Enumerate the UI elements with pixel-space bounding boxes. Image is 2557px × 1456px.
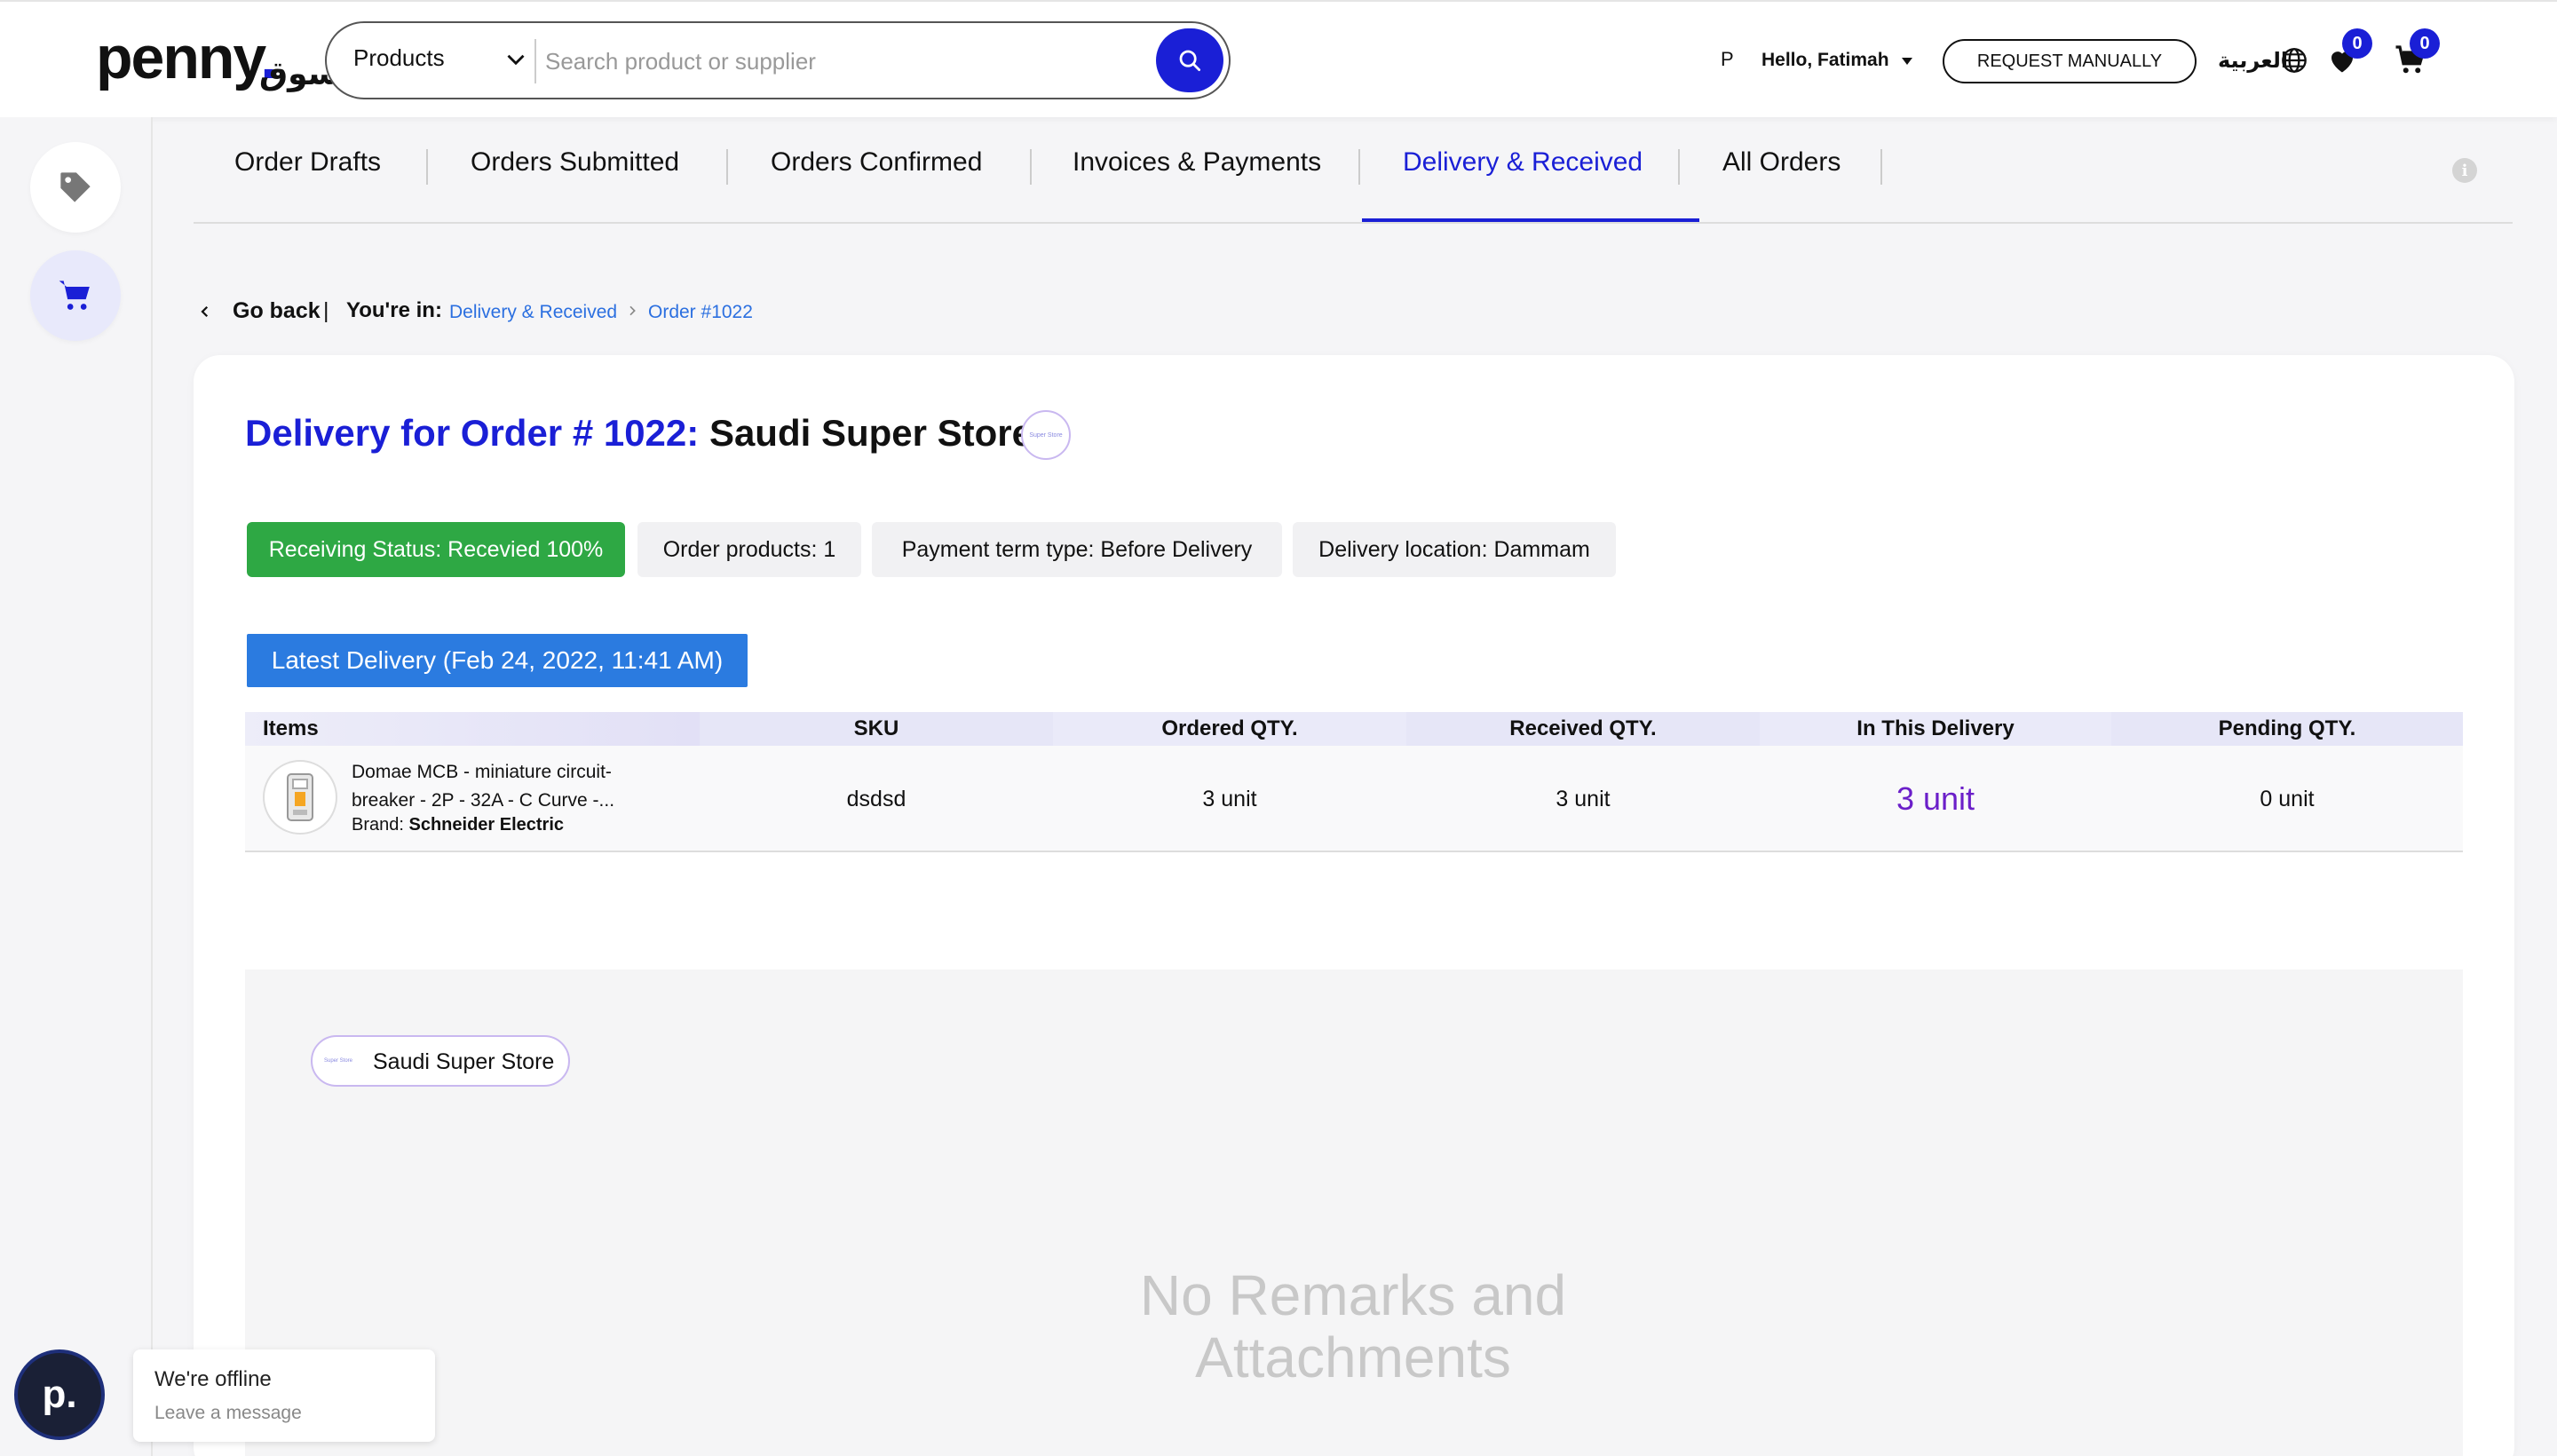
caret-down-icon[interactable] xyxy=(1900,55,1914,67)
tab-order-drafts[interactable]: Order Drafts xyxy=(234,147,381,178)
sku-cell: dsdsd xyxy=(846,786,906,811)
tab-separator xyxy=(726,149,728,185)
column-header-sku: SKU xyxy=(853,716,899,740)
store-name: Saudi Super Store xyxy=(709,412,1033,454)
tab-orders-submitted[interactable]: Orders Submitted xyxy=(471,147,679,178)
order-tabs: Order Drafts Orders Submitted Orders Con… xyxy=(194,133,2513,224)
tab-delivery-received[interactable]: Delivery & Received xyxy=(1403,147,1643,178)
product-name[interactable]: Domae MCB - miniature circuit-breaker - … xyxy=(352,758,636,815)
shopping-cart-icon xyxy=(59,281,90,310)
user-greeting[interactable]: Hello, Fatimah xyxy=(1761,50,1889,71)
tab-orders-confirmed[interactable]: Orders Confirmed xyxy=(771,147,982,178)
tab-separator xyxy=(1678,149,1680,185)
store-logo: Super Store xyxy=(1021,410,1071,460)
table-row: Domae MCB - miniature circuit-breaker - … xyxy=(245,746,2463,852)
penny-logo[interactable]: penny. xyxy=(96,23,277,92)
tab-separator xyxy=(1880,149,1882,185)
top-header: penny. سوق Products P Hello, Fatimah REQ… xyxy=(0,0,2557,117)
tab-all-orders[interactable]: All Orders xyxy=(1722,147,1841,178)
delivery-location-badge: Delivery location: Dammam xyxy=(1293,522,1616,577)
column-header-items: Items xyxy=(245,712,700,746)
column-header-in-delivery: In This Delivery xyxy=(1760,712,2111,746)
breadcrumb-pipe: | xyxy=(323,298,329,323)
circuit-breaker-icon xyxy=(287,773,313,821)
tab-separator xyxy=(1358,149,1360,185)
left-sidebar xyxy=(0,117,153,1456)
remarks-store-name: Saudi Super Store xyxy=(373,1049,555,1074)
page-title: Delivery for Order # 1022: Saudi Super S… xyxy=(245,412,1033,455)
breadcrumb-delivery-received[interactable]: Delivery & Received xyxy=(449,302,617,323)
chat-leave-message: Leave a message xyxy=(154,1403,302,1423)
product-image[interactable] xyxy=(263,760,337,835)
table-header: Items SKU Ordered QTY. Received QTY. In … xyxy=(245,712,2463,746)
column-header-received: Received QTY. xyxy=(1509,716,1657,740)
search-input[interactable] xyxy=(545,41,1149,82)
chat-widget-button[interactable]: p. xyxy=(14,1349,105,1440)
tag-icon xyxy=(60,172,91,202)
search-button[interactable] xyxy=(1156,28,1223,92)
payment-term-badge: Payment term type: Before Delivery xyxy=(872,522,1282,577)
search-category-select[interactable]: Products xyxy=(353,44,445,72)
search-bar: Products xyxy=(325,21,1231,99)
user-initial: P xyxy=(1721,48,1734,70)
sidebar-item-orders[interactable] xyxy=(30,250,121,341)
search-icon xyxy=(1179,50,1200,71)
column-header-ordered: Ordered QTY. xyxy=(1053,712,1406,746)
latest-delivery-tab[interactable]: Latest Delivery (Feb 24, 2022, 11:41 AM) xyxy=(247,634,748,687)
active-tab-indicator xyxy=(1362,218,1699,222)
ordered-qty-cell: 3 unit xyxy=(1202,786,1257,811)
column-header-pending: Pending QTY. xyxy=(2218,716,2356,740)
received-qty-cell: 3 unit xyxy=(1556,786,1611,811)
go-back-link[interactable]: Go back xyxy=(233,298,321,324)
chevron-right-icon xyxy=(629,305,636,316)
store-logo: Super Store xyxy=(323,1058,353,1064)
tab-separator xyxy=(1030,149,1032,185)
receiving-status-badge: Receiving Status: Recevied 100% xyxy=(247,522,625,577)
chat-status: We're offline xyxy=(154,1367,272,1391)
order-products-badge: Order products: 1 xyxy=(637,522,861,577)
request-manually-button[interactable]: REQUEST MANUALLY xyxy=(1943,39,2197,83)
breadcrumb-order[interactable]: Order #1022 xyxy=(648,302,753,323)
remarks-store-chip: Super Store Saudi Super Store xyxy=(311,1035,570,1087)
order-title-prefix: Delivery for Order # 1022: xyxy=(245,412,700,454)
chevron-left-icon[interactable] xyxy=(197,304,213,320)
language-switch[interactable]: العربية xyxy=(2218,48,2288,74)
tab-invoices-payments[interactable]: Invoices & Payments xyxy=(1073,147,1321,178)
globe-icon[interactable] xyxy=(2280,46,2308,75)
tab-separator xyxy=(426,149,428,185)
search-divider xyxy=(534,39,536,83)
cart-count-badge: 0 xyxy=(2410,28,2440,59)
info-icon[interactable]: i xyxy=(2452,158,2477,183)
breadcrumb-label: You're in: xyxy=(346,298,442,322)
chat-offline-bubble[interactable]: We're offline Leave a message xyxy=(133,1349,435,1442)
sidebar-item-offers[interactable] xyxy=(30,142,121,233)
pending-qty-cell: 0 unit xyxy=(2260,786,2315,811)
wishlist-count-badge: 0 xyxy=(2342,28,2372,59)
empty-remarks-text: No Remarks and Attachments xyxy=(1139,1263,1567,1389)
product-brand: Brand: Schneider Electric xyxy=(352,815,565,835)
chevron-down-icon[interactable] xyxy=(501,44,531,75)
in-delivery-qty-cell: 3 unit xyxy=(1896,780,1975,817)
